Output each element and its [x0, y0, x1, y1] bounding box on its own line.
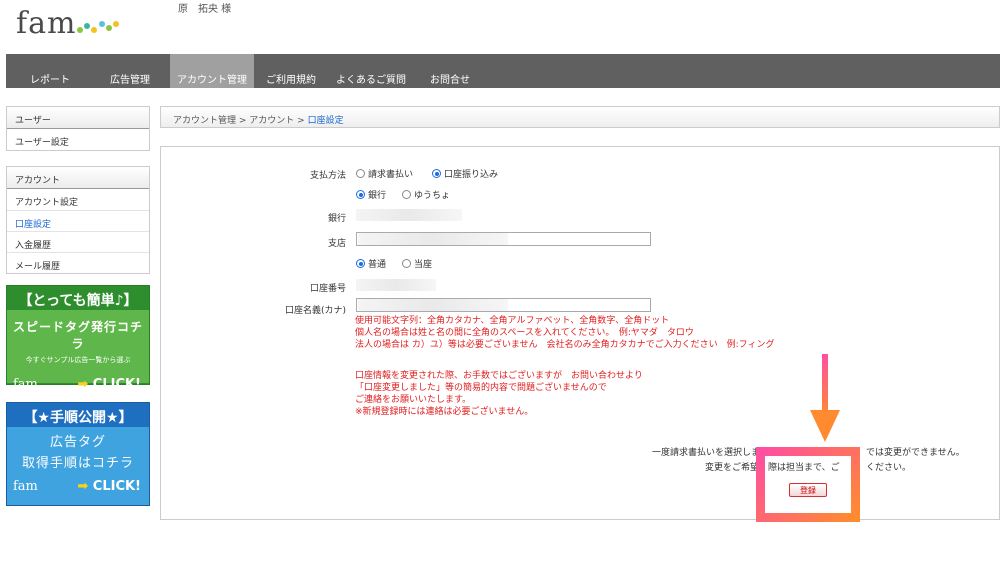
banner2-line2: 取得手順はコチラ — [21, 456, 134, 471]
highlight-box — [756, 447, 860, 522]
tag-guide-banner[interactable]: 【★手順公開★】 広告タグ 取得手順はコチラ fam ➡ CLICK! — [6, 402, 150, 506]
input-rule-notes: 使用可能文字列：全角カタカナ、全角アルファベット、全角数字、全角ドット 個人名の… — [355, 316, 775, 350]
branch-value-redacted — [358, 233, 508, 245]
nav-item-report[interactable]: レポート — [30, 54, 70, 88]
sidebar-heading-account: アカウント — [7, 167, 149, 189]
radio-bank — [356, 190, 365, 199]
account-number-redacted[interactable] — [356, 279, 436, 291]
branch-label: 支店 — [327, 239, 346, 249]
speed-tag-banner[interactable]: 【とっても簡単♪】 スピードタグ発行コチラ 今すぐサンプル広告一覧から選ぶ fa… — [6, 285, 150, 392]
radio-transfer — [432, 169, 441, 178]
sidebar-item-bank-settings[interactable]: 口座設定 — [7, 210, 149, 231]
radio-ordinary — [356, 259, 365, 268]
banner1-line1: スピードタグ発行コチラ — [12, 320, 143, 351]
account-name-label: 口座名義(カナ) — [284, 306, 346, 316]
down-arrow-icon — [810, 354, 840, 442]
sidebar-heading-user: ユーザー — [7, 107, 149, 129]
sidebar-account-section: アカウント アカウント設定 口座設定 入金履歴 メール履歴 — [6, 166, 150, 274]
bank-label: 銀行 — [327, 214, 346, 224]
info-line1-right: では変更ができません。 — [866, 448, 965, 458]
banner2-logo-text: fam — [13, 479, 38, 494]
nav-item-ad-management[interactable]: 広告管理 — [110, 54, 150, 88]
nav-item-account-management[interactable]: アカウント管理 — [170, 54, 254, 88]
user-name: 原 拓央 様 — [178, 4, 232, 15]
sidebar-item-payment-history[interactable]: 入金履歴 — [7, 231, 149, 252]
bank-type-bank[interactable]: 銀行 — [356, 188, 386, 201]
arrow-right-icon: ➡ — [77, 479, 93, 494]
nav-item-faq[interactable]: よくあるご質問 — [336, 54, 406, 88]
banner1-title: 【とっても簡単♪】 — [7, 286, 149, 310]
payment-method-label: 支払方法 — [309, 171, 346, 181]
logo[interactable]: fam — [16, 6, 76, 41]
payment-option-invoice[interactable]: 請求書払い — [356, 167, 413, 180]
breadcrumb-current: 口座設定 — [307, 116, 344, 126]
payment-option-transfer[interactable]: 口座振り込み — [432, 167, 498, 180]
logo-dots-icon — [77, 21, 119, 33]
sidebar-item-mail-history[interactable]: メール履歴 — [7, 252, 149, 273]
nav-item-terms[interactable]: ご利用規約 — [266, 54, 316, 88]
info-line1-left: 一度請求書払いを選択しま — [652, 448, 761, 458]
banner1-line2: 今すぐサンプル広告一覧から選ぶ — [25, 356, 131, 364]
banner2-line1: 広告タグ — [49, 435, 106, 450]
main-nav: レポート 広告管理 アカウント管理 ご利用規約 よくあるご質問 お問合せ — [6, 54, 1000, 88]
account-type-current[interactable]: 当座 — [402, 257, 432, 270]
banner2-title: 【★手順公開★】 — [7, 403, 149, 427]
sidebar-item-account-settings[interactable]: アカウント設定 — [7, 189, 149, 210]
account-type-ordinary[interactable]: 普通 — [356, 257, 386, 270]
info-line2-left: 変更をご希望 — [705, 463, 760, 473]
banner1-logo-text: fam — [13, 377, 38, 392]
arrow-right-icon: ➡ — [77, 377, 93, 392]
breadcrumb: アカウント管理 > アカウント > 口座設定 — [160, 106, 1000, 128]
banner1-click: fam ➡ CLICK! — [7, 365, 149, 392]
breadcrumb-account[interactable]: アカウント — [249, 116, 294, 126]
account-name-value-redacted — [358, 299, 508, 311]
nav-item-contact[interactable]: お問合せ — [430, 54, 470, 88]
banner2-click: fam ➡ CLICK! — [7, 471, 149, 494]
account-number-label: 口座番号 — [309, 284, 346, 294]
info-line2-right: ください。 — [866, 463, 912, 473]
bank-value-redacted[interactable] — [356, 209, 462, 221]
bank-type-yucho[interactable]: ゆうちょ — [402, 188, 450, 201]
radio-invoice — [356, 169, 365, 178]
radio-current — [402, 259, 411, 268]
breadcrumb-account-management[interactable]: アカウント管理 — [173, 116, 236, 126]
change-contact-notes: 口座情報を変更された際、お手数ではございますが お問い合わせより 「口座変更しま… — [355, 371, 643, 417]
radio-yucho — [402, 190, 411, 199]
sidebar-user-section: ユーザー ユーザー設定 — [6, 106, 150, 151]
sidebar-item-user-settings[interactable]: ユーザー設定 — [7, 129, 149, 150]
